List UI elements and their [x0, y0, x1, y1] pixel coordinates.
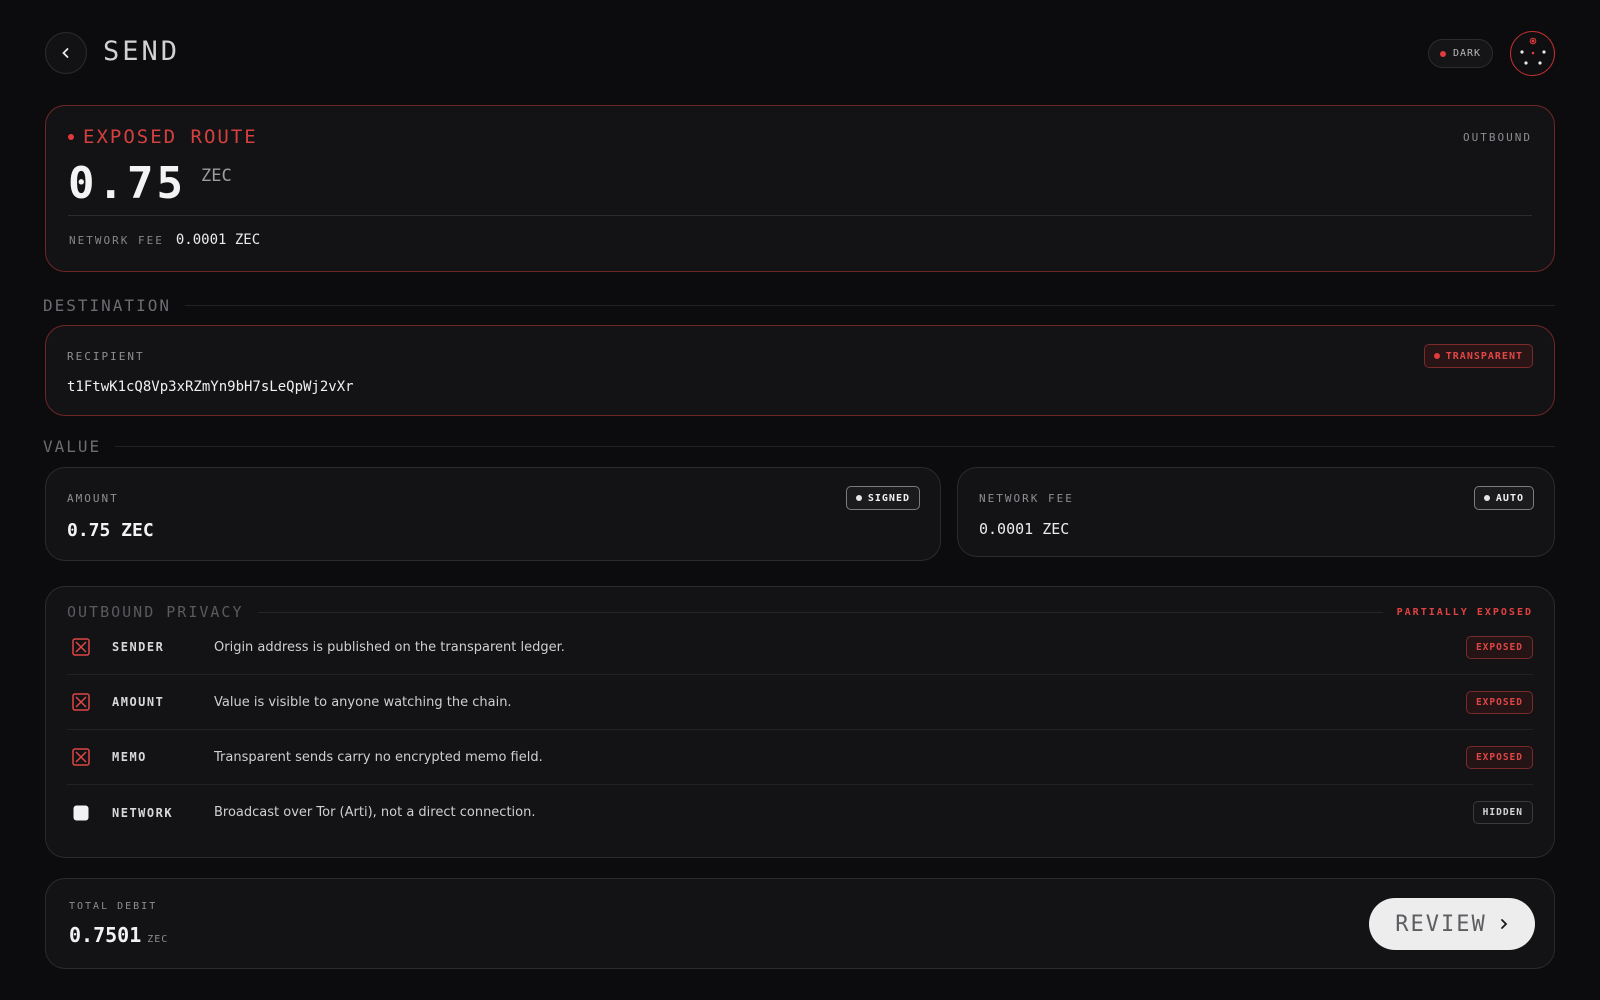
- outbound-privacy-card: OUTBOUND PRIVACY PARTIALLY EXPOSED SENDE…: [45, 586, 1555, 858]
- exposed-badge: EXPOSED: [1465, 690, 1533, 714]
- privacy-title: OUTBOUND PRIVACY: [67, 603, 244, 621]
- privacy-row-key: SENDER: [112, 640, 165, 654]
- exposed-badge: EXPOSED: [1465, 745, 1533, 769]
- privacy-header: OUTBOUND PRIVACY PARTIALLY EXPOSED: [67, 603, 1533, 621]
- transparent-badge: TRANSPARENT: [1423, 344, 1533, 368]
- badge-dot-icon: [1433, 353, 1440, 359]
- recipient-card[interactable]: RECIPIENT t1FtwK1cQ8Vp3xRZmYn9bH7sLeQpWj…: [45, 325, 1555, 416]
- privacy-row-desc: Value is visible to anyone watching the …: [214, 694, 512, 710]
- total-number: 0.7501: [69, 923, 142, 947]
- avatar[interactable]: [1510, 31, 1555, 76]
- exposed-badge: EXPOSED: [1465, 635, 1533, 659]
- auto-badge-label: AUTO: [1495, 492, 1524, 504]
- direction-label: OUTBOUND: [1463, 131, 1532, 144]
- theme-dot-icon: [1439, 50, 1446, 57]
- hidden-badge: HIDDEN: [1472, 801, 1533, 824]
- privacy-row-key: MEMO: [112, 750, 147, 764]
- total-unit: ZEC: [147, 934, 169, 945]
- total-value: 0.7501 ZEC: [69, 923, 168, 947]
- amount-value: 0.75 ZEC: [67, 520, 154, 541]
- recipient-label: RECIPIENT: [67, 350, 145, 363]
- divider: [68, 215, 1532, 216]
- amount-card[interactable]: AMOUNT 0.75 ZEC SIGNED: [45, 467, 941, 561]
- theme-label: DARK: [1452, 48, 1482, 59]
- network-fee-card[interactable]: NETWORK FEE 0.0001 ZEC AUTO: [957, 467, 1555, 557]
- chevron-right-icon: [1500, 919, 1508, 929]
- section-rule: [257, 611, 1383, 613]
- privacy-row-sender: SENDER Origin address is published on th…: [67, 620, 1533, 675]
- privacy-row-desc: Origin address is published on the trans…: [214, 639, 565, 655]
- signed-badge-label: SIGNED: [867, 492, 910, 504]
- page-title: SEND: [103, 36, 181, 67]
- hero-fee-line: NETWORK FEE 0.0001 ZEC: [69, 232, 260, 248]
- privacy-status: PARTIALLY EXPOSED: [1396, 606, 1533, 618]
- section-destination-label: DESTINATION: [43, 296, 171, 315]
- hero-unit: ZEC: [201, 166, 232, 186]
- privacy-row-key: AMOUNT: [112, 695, 165, 709]
- back-button[interactable]: [45, 32, 87, 74]
- privacy-row-network: NETWORK Broadcast over Tor (Arti), not a…: [67, 785, 1533, 840]
- route-status-dot-icon: [68, 134, 74, 140]
- network-fee-label: NETWORK FEE: [979, 492, 1074, 505]
- section-rule: [115, 446, 1555, 447]
- route-label-text: EXPOSED ROUTE: [83, 126, 258, 148]
- total-label: TOTAL DEBIT: [69, 901, 158, 912]
- privacy-row-amount: AMOUNT Value is visible to anyone watchi…: [67, 675, 1533, 730]
- privacy-row-key: NETWORK: [112, 805, 174, 820]
- hidden-square-icon: [67, 799, 95, 827]
- network-fee-value: 0.0001 ZEC: [979, 520, 1070, 538]
- badge-dot-icon: [1483, 495, 1490, 501]
- avatar-icon: [1520, 37, 1546, 65]
- route-label: EXPOSED ROUTE: [68, 126, 258, 148]
- privacy-row-desc: Broadcast over Tor (Arti), not a direct …: [214, 805, 536, 820]
- transparent-badge-label: TRANSPARENT: [1445, 350, 1523, 362]
- total-debit-card: TOTAL DEBIT 0.7501 ZEC REVIEW: [45, 878, 1555, 969]
- section-value: VALUE: [43, 437, 1555, 456]
- auto-badge: AUTO: [1473, 486, 1534, 510]
- review-button[interactable]: REVIEW: [1369, 898, 1535, 950]
- exposed-x-icon: [67, 743, 95, 771]
- badge-dot-icon: [855, 495, 862, 501]
- amount-label: AMOUNT: [67, 492, 119, 505]
- exposed-x-icon: [67, 633, 95, 661]
- route-summary-card: EXPOSED ROUTE OUTBOUND 0.75 ZEC NETWORK …: [45, 105, 1555, 272]
- hero-fee-label: NETWORK FEE: [69, 233, 164, 247]
- hero-amount: 0.75: [68, 158, 186, 209]
- section-destination: DESTINATION: [43, 296, 1555, 315]
- privacy-row-desc: Transparent sends carry no encrypted mem…: [214, 749, 543, 765]
- section-rule: [184, 305, 1555, 306]
- signed-badge: SIGNED: [845, 486, 920, 510]
- review-label: REVIEW: [1395, 911, 1487, 937]
- theme-toggle[interactable]: DARK: [1428, 39, 1493, 68]
- section-value-label: VALUE: [43, 437, 102, 456]
- chevron-left-icon: [62, 48, 69, 58]
- hero-fee-value: 0.0001 ZEC: [175, 232, 261, 248]
- exposed-x-icon: [67, 688, 95, 716]
- privacy-row-memo: MEMO Transparent sends carry no encrypte…: [67, 730, 1533, 785]
- recipient-address: t1FtwK1cQ8Vp3xRZmYn9bH7sLeQpWj2vXr: [67, 379, 354, 395]
